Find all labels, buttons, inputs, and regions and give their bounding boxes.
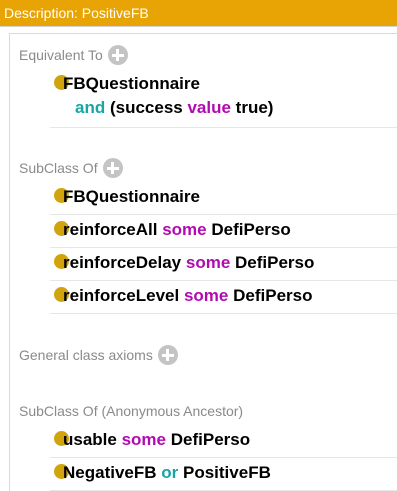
subclass-axiom[interactable]: reinforceAll some DefiPerso (50, 216, 397, 248)
class-name: NegativeFB (63, 463, 157, 482)
view-title: Description: PositiveFB (4, 5, 149, 21)
axiom-text: reinforceLevel some DefiPerso (63, 283, 313, 309)
section-label: SubClass Of (19, 160, 98, 176)
section-label: Equivalent To (19, 47, 103, 63)
section-label: General class axioms (19, 347, 153, 363)
keyword-and: and (75, 98, 106, 117)
section-subclass-of: SubClass Of (19, 157, 123, 179)
subclass-axiom[interactable]: reinforceDelay some DefiPerso (50, 249, 397, 281)
equivalent-axiom[interactable]: FBQuestionnaire and (success value true) (50, 70, 397, 128)
keyword-some: some (162, 220, 207, 239)
axiom-text: usable some DefiPerso (63, 427, 250, 453)
axiom-line-2: and (success value true) (75, 95, 273, 121)
keyword-or: or (161, 463, 179, 482)
description-panel: Equivalent To FBQuestionnaire and (succe… (9, 33, 397, 491)
axiom-text: reinforceAll some DefiPerso (63, 217, 291, 243)
axiom-text: NegativeFB or PositiveFB (63, 460, 271, 486)
keyword-some: some (183, 286, 229, 305)
property-name: reinforceLevel (63, 286, 180, 305)
subclass-axiom[interactable]: FBQuestionnaire (50, 183, 397, 215)
section-equivalent-to: Equivalent To (19, 44, 128, 66)
class-name: DefiPerso (170, 430, 251, 449)
section-general-class-axioms: General class axioms (19, 344, 178, 366)
add-general-axiom-icon[interactable] (157, 345, 178, 365)
ancestor-axiom[interactable]: NegativeFB or PositiveFB (50, 459, 397, 491)
ancestor-axiom[interactable]: usable some DefiPerso (50, 426, 397, 458)
section-anonymous-ancestor: SubClass Of (Anonymous Ancestor) (19, 400, 243, 422)
class-name: FBQuestionnaire (63, 187, 200, 206)
axiom-line-1: FBQuestionnaire (63, 74, 200, 93)
expr-close: true) (230, 98, 274, 117)
subclass-axiom[interactable]: reinforceLevel some DefiPerso (50, 282, 397, 314)
keyword-some: some (121, 430, 167, 449)
title-bar: Description: PositiveFB (0, 0, 397, 27)
class-name: PositiveFB (183, 463, 271, 482)
axiom-text: reinforceDelay some DefiPerso (63, 250, 314, 276)
class-name: DefiPerso (233, 286, 313, 305)
expr-open: (success (109, 98, 188, 117)
add-equivalent-icon[interactable] (107, 45, 128, 65)
keyword-value: value (187, 98, 231, 117)
class-name: DefiPerso (235, 253, 315, 272)
section-label: SubClass Of (Anonymous Ancestor) (19, 403, 244, 419)
property-name: reinforceAll (63, 220, 158, 239)
keyword-some: some (185, 253, 231, 272)
add-subclass-icon[interactable] (102, 158, 123, 178)
property-name: usable (63, 430, 117, 449)
property-name: reinforceDelay (63, 253, 182, 272)
class-name: DefiPerso (211, 220, 291, 239)
